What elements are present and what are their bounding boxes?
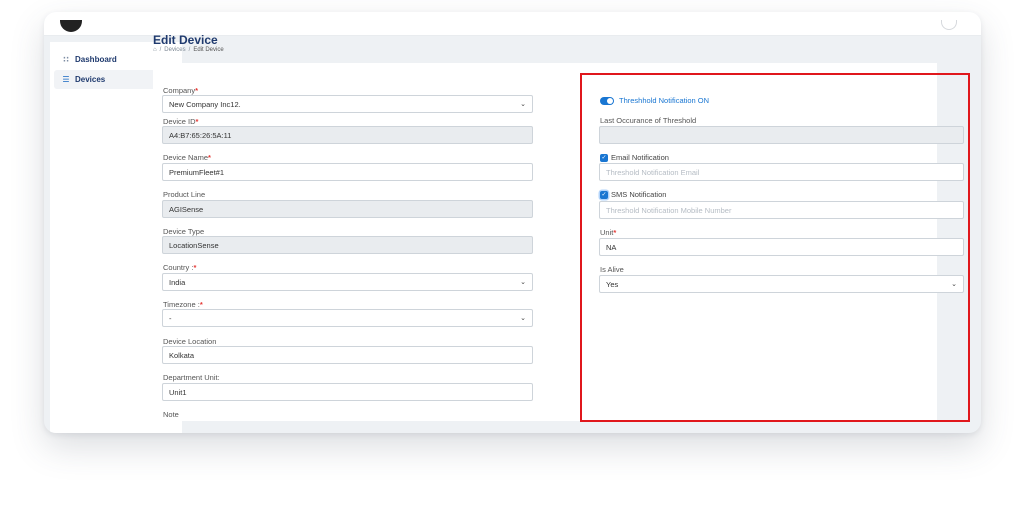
grid-icon: ∷	[63, 55, 69, 64]
country-label: Country :*	[163, 263, 197, 272]
device-id-label: Device ID*	[163, 117, 199, 126]
company-label: Company*	[163, 86, 199, 95]
country-select[interactable]: India ⌄	[162, 273, 533, 291]
profile-avatar[interactable]	[941, 20, 957, 30]
department-unit-field[interactable]: Unit1	[162, 383, 533, 401]
chevron-down-icon: ⌄	[520, 315, 526, 322]
timezone-select[interactable]: - ⌄	[162, 309, 533, 327]
note-label: Note	[163, 410, 179, 419]
device-name-label: Device Name*	[163, 153, 211, 162]
chevron-down-icon: ⌄	[520, 101, 526, 108]
devices-icon: ☰	[62, 75, 70, 84]
highlight-box	[580, 73, 970, 422]
department-unit-label: Department Unit:	[163, 373, 220, 382]
device-location-label: Device Location	[163, 337, 217, 346]
page-title: Edit Device	[153, 33, 218, 47]
breadcrumb-edit-device: Edit Device	[193, 47, 224, 53]
device-location-field[interactable]: Kolkata	[162, 346, 533, 364]
sidebar-item-label: Dashboard	[75, 55, 117, 64]
device-name-field[interactable]: PremiumFleet#1	[162, 163, 533, 181]
company-select[interactable]: New Company Inc12. ⌄	[162, 95, 533, 113]
breadcrumb-devices[interactable]: Devices	[164, 47, 185, 53]
device-type-field: LocationSense	[162, 236, 533, 254]
breadcrumb: ⌂ / Devices / Edit Device	[153, 47, 224, 53]
chevron-down-icon: ⌄	[520, 279, 526, 286]
product-line-label: Product Line	[163, 190, 206, 199]
timezone-label: Timezone :*	[163, 300, 203, 309]
device-id-field: A4:B7:65:26:5A:11	[162, 126, 533, 144]
sidebar-item-label: Devices	[75, 75, 106, 84]
logo	[60, 20, 82, 32]
product-line-field: AGISense	[162, 200, 533, 218]
device-type-label: Device Type	[163, 227, 205, 236]
home-icon[interactable]: ⌂	[153, 47, 157, 53]
